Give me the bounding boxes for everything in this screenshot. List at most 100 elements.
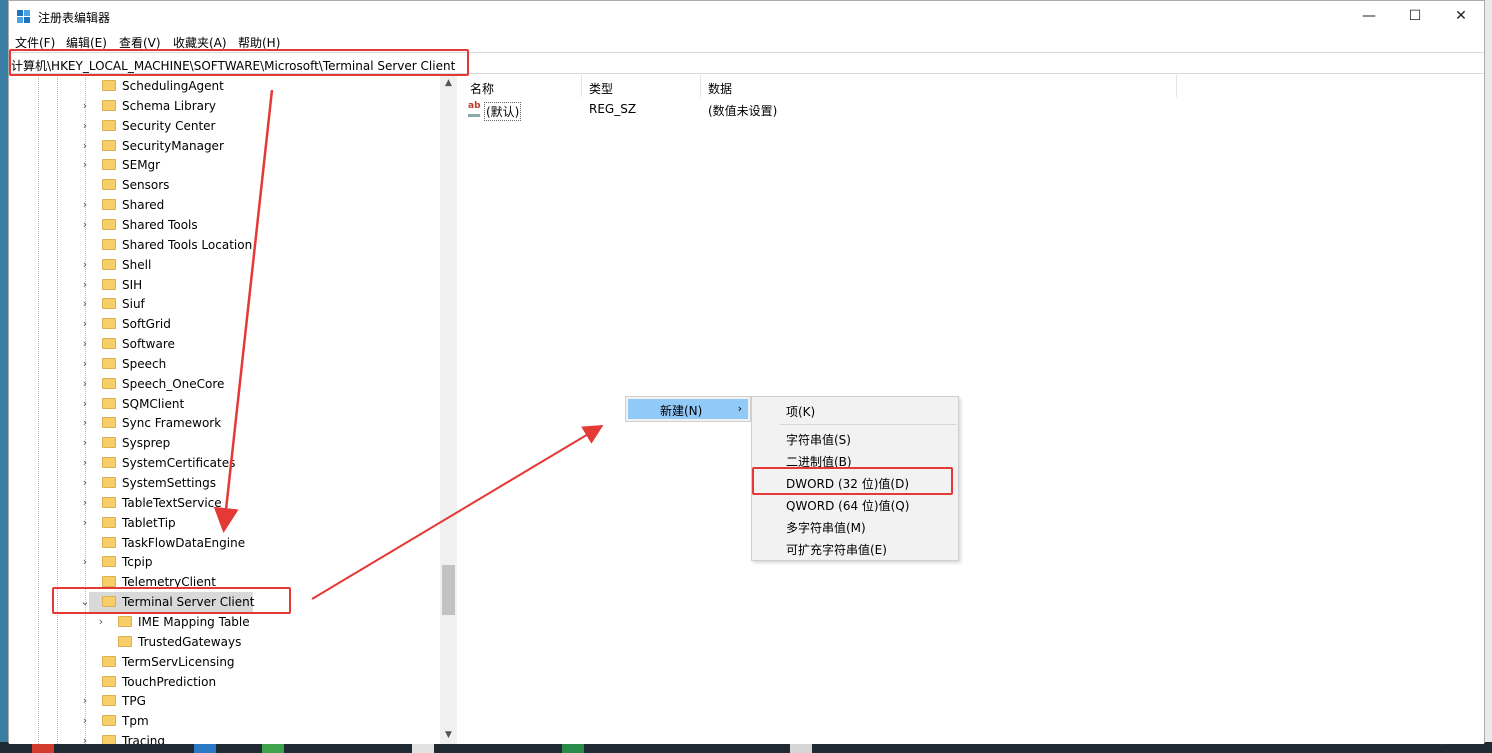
- chevron-right-icon[interactable]: ›: [80, 255, 90, 275]
- tree-item[interactable]: › Sync Framework: [80, 413, 440, 433]
- chevron-right-icon[interactable]: ›: [80, 473, 90, 493]
- tree-item[interactable]: › TableTextService: [80, 493, 440, 513]
- column-separator[interactable]: [1176, 75, 1177, 97]
- tree-item[interactable]: Shared Tools Location: [80, 235, 440, 255]
- tree-item[interactable]: Sensors: [80, 175, 440, 195]
- tree-item[interactable]: › Siuf: [80, 294, 440, 314]
- folder-icon: [102, 576, 116, 587]
- chevron-right-icon[interactable]: ›: [80, 691, 90, 711]
- title-bar[interactable]: 注册表编辑器 — ☐ ✕: [9, 1, 1484, 31]
- column-separator[interactable]: [700, 75, 701, 97]
- tree-item[interactable]: TouchPrediction: [80, 672, 440, 692]
- column-type[interactable]: 类型: [589, 80, 613, 97]
- column-name[interactable]: 名称: [470, 80, 494, 97]
- tree-item[interactable]: › SoftGrid: [80, 314, 440, 334]
- submenu-item-qword[interactable]: QWORD (64 位)值(Q): [754, 494, 956, 514]
- folder-icon: [102, 735, 116, 744]
- taskbar-app-icon[interactable]: [412, 744, 434, 753]
- registry-tree[interactable]: SchedulingAgent › Schema Library › Security …: [9, 75, 457, 744]
- chevron-right-icon[interactable]: ›: [80, 334, 90, 354]
- tree-item[interactable]: › SecurityManager: [80, 136, 440, 156]
- folder-icon: [102, 457, 116, 468]
- folder-icon: [102, 517, 116, 528]
- chevron-right-icon[interactable]: ›: [80, 96, 90, 116]
- chevron-right-icon[interactable]: ›: [80, 215, 90, 235]
- chevron-right-icon[interactable]: ›: [80, 493, 90, 513]
- chevron-right-icon[interactable]: ›: [80, 552, 90, 572]
- submenu-item-string[interactable]: 字符串值(S): [754, 428, 956, 448]
- tree-item[interactable]: › Tpm: [80, 711, 440, 731]
- tree-item[interactable]: › SystemCertificates: [80, 453, 440, 473]
- tree-item[interactable]: TermServLicensing: [80, 652, 440, 672]
- tree-item[interactable]: › Shared: [80, 195, 440, 215]
- tree-item[interactable]: › Shell: [80, 255, 440, 275]
- tree-item[interactable]: › Software: [80, 334, 440, 354]
- minimize-button[interactable]: —: [1346, 1, 1392, 31]
- tree-item[interactable]: › Security Center: [80, 116, 440, 136]
- tree-item[interactable]: SchedulingAgent: [80, 76, 440, 96]
- folder-icon: [102, 398, 116, 409]
- taskbar-app-icon[interactable]: [32, 744, 54, 753]
- chevron-right-icon[interactable]: ›: [80, 711, 90, 731]
- tree-item[interactable]: › TPG: [80, 691, 440, 711]
- chevron-right-icon[interactable]: ›: [80, 453, 90, 473]
- tree-item[interactable]: › Tcpip: [80, 552, 440, 572]
- scroll-thumb[interactable]: [442, 565, 455, 615]
- chevron-right-icon[interactable]: ›: [80, 275, 90, 295]
- column-data[interactable]: 数据: [708, 80, 732, 97]
- taskbar-app-icon[interactable]: [194, 744, 216, 753]
- tree-item[interactable]: TaskFlowDataEngine: [80, 533, 440, 553]
- tree-scrollbar[interactable]: ▲ ▼: [440, 75, 457, 744]
- tree-item[interactable]: › Schema Library: [80, 96, 440, 116]
- column-separator[interactable]: [581, 75, 582, 97]
- tree-item[interactable]: › SEMgr: [80, 155, 440, 175]
- tree-item[interactable]: › SIH: [80, 275, 440, 295]
- tree-item[interactable]: › SQMClient: [80, 394, 440, 414]
- table-row[interactable]: ab (默认) REG_SZ (数值未设置): [462, 99, 1484, 121]
- context-menu-new[interactable]: 新建(N) ›: [628, 399, 748, 419]
- chevron-right-icon[interactable]: ›: [80, 374, 90, 394]
- tree-item-label: TableTextService: [122, 496, 222, 510]
- folder-icon: [102, 120, 116, 131]
- scroll-up-icon[interactable]: ▲: [440, 75, 457, 92]
- tree-item[interactable]: TrustedGateways: [96, 632, 440, 652]
- chevron-right-icon[interactable]: ›: [80, 314, 90, 334]
- folder-icon: [102, 259, 116, 270]
- chevron-right-icon[interactable]: ›: [80, 155, 90, 175]
- chevron-right-icon[interactable]: ›: [80, 354, 90, 374]
- tree-item[interactable]: › SystemSettings: [80, 473, 440, 493]
- chevron-right-icon[interactable]: ›: [80, 394, 90, 414]
- taskbar-app-icon[interactable]: [262, 744, 284, 753]
- value-name[interactable]: (默认): [484, 102, 522, 121]
- tree-item[interactable]: › IME Mapping Table: [96, 612, 440, 632]
- submenu-item-multistring[interactable]: 多字符串值(M): [754, 516, 956, 536]
- desktop-background: [0, 0, 8, 753]
- close-button[interactable]: ✕: [1438, 1, 1484, 31]
- taskbar-app-icon[interactable]: [562, 744, 584, 753]
- tree-item[interactable]: › Shared Tools: [80, 215, 440, 235]
- tree-item[interactable]: › Tracing: [80, 731, 440, 744]
- tree-item[interactable]: › TabletTip: [80, 513, 440, 533]
- scroll-down-icon[interactable]: ▼: [440, 727, 457, 744]
- submenu-item-expandable-string[interactable]: 可扩充字符串值(E): [754, 538, 956, 558]
- chevron-right-icon[interactable]: ›: [80, 136, 90, 156]
- tree-item[interactable]: › Speech: [80, 354, 440, 374]
- tree-item[interactable]: › Sysprep: [80, 433, 440, 453]
- values-list[interactable]: 名称 类型 数据 ab (默认) REG_SZ (数值未设置): [462, 75, 1484, 744]
- maximize-button[interactable]: ☐: [1392, 1, 1438, 31]
- chevron-right-icon[interactable]: ›: [80, 195, 90, 215]
- submenu-item-key[interactable]: 项(K): [754, 400, 956, 420]
- chevron-right-icon[interactable]: ›: [80, 513, 90, 533]
- chevron-right-icon[interactable]: ›: [80, 294, 90, 314]
- chevron-right-icon[interactable]: ›: [80, 413, 90, 433]
- chevron-right-icon[interactable]: ›: [80, 731, 90, 744]
- chevron-right-icon[interactable]: ›: [96, 612, 106, 632]
- tree-item-label: Speech_OneCore: [122, 377, 225, 391]
- tree-item-label: SIH: [122, 278, 143, 292]
- tree-item[interactable]: › Speech_OneCore: [80, 374, 440, 394]
- chevron-right-icon[interactable]: ›: [80, 116, 90, 136]
- tree-item-label: Shell: [122, 258, 152, 272]
- tree-item-label: Security Center: [122, 119, 216, 133]
- taskbar-app-icon[interactable]: [790, 744, 812, 753]
- chevron-right-icon[interactable]: ›: [80, 433, 90, 453]
